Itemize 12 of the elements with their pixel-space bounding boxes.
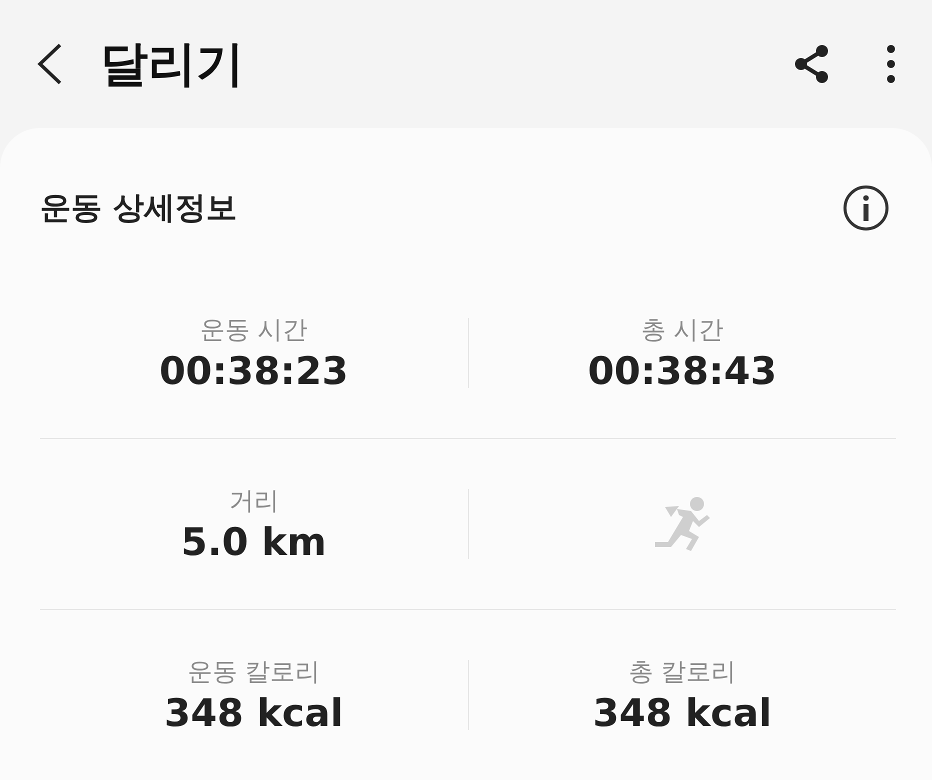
stat-value: 00:38:23 <box>159 348 348 395</box>
stat-label: 운동 칼로리 <box>187 656 320 688</box>
stat-value: 00:38:43 <box>588 348 777 395</box>
stat-value: 348 kcal <box>164 690 344 737</box>
stat-label: 총 시간 <box>640 314 724 346</box>
section-title: 운동 상세정보 <box>40 188 237 228</box>
stat-label: 거리 <box>228 485 279 518</box>
stat-value: 348 kcal <box>592 690 772 737</box>
stat-label: 총 칼로리 <box>628 656 736 688</box>
stat-label: 운동 시간 <box>200 314 308 346</box>
page-title: 달리기 <box>100 35 244 94</box>
stat-value: 5.0 km <box>181 520 326 566</box>
